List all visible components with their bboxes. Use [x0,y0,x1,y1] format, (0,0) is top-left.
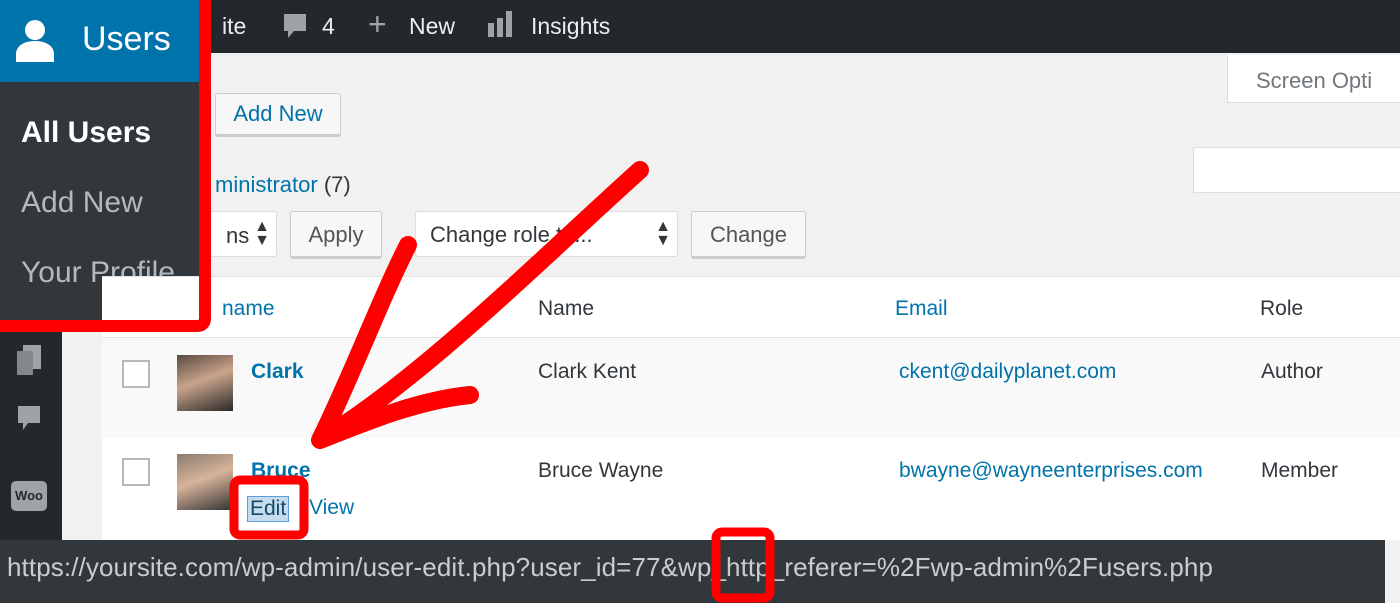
annotation-box-user-id [711,527,775,603]
annotation-box-submenu [0,0,211,332]
annotation-arrow [311,161,649,449]
red-annotations [0,0,775,603]
annotation-box-edit [229,475,309,540]
